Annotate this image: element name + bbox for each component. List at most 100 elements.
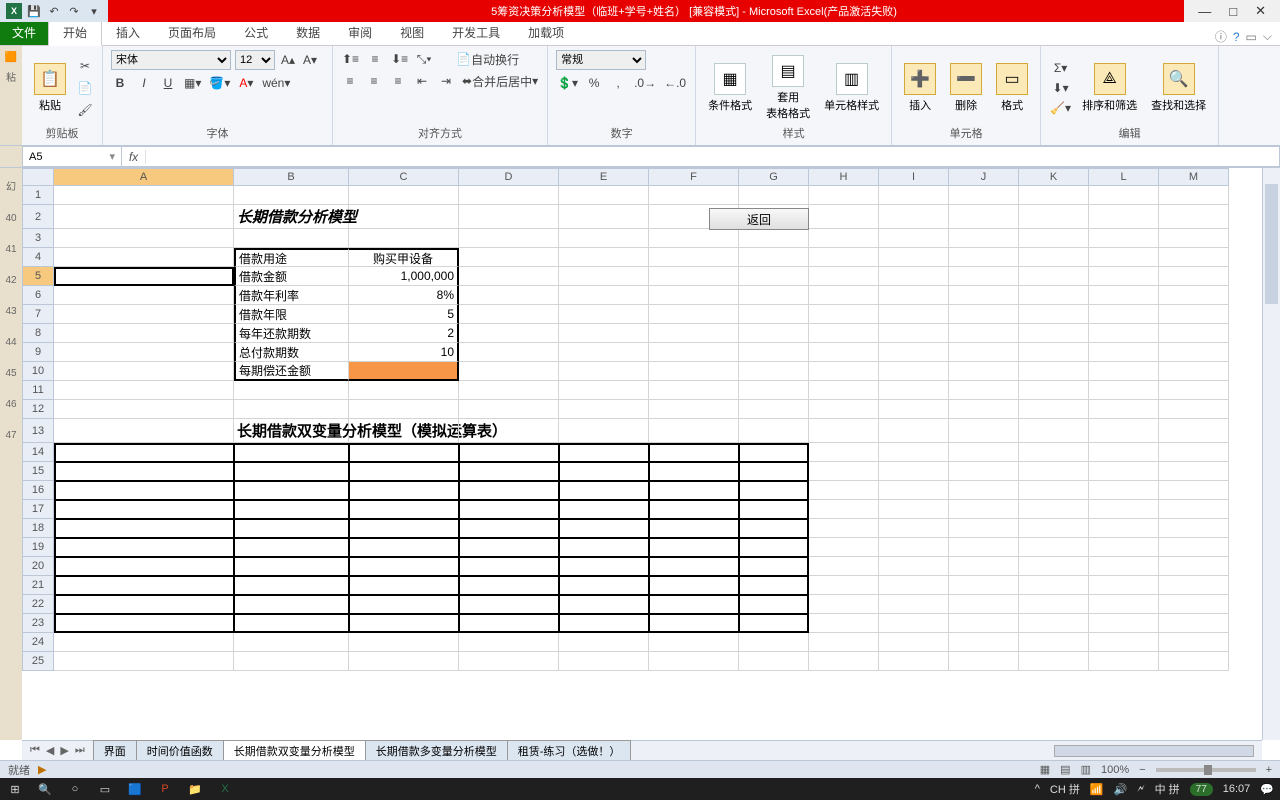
cell-B4[interactable]: 借款用途 (234, 248, 349, 267)
tab-layout[interactable]: 页面布局 (154, 20, 230, 45)
cell-G7[interactable] (739, 305, 809, 324)
cell-C11[interactable] (349, 381, 459, 400)
row-header-16[interactable]: 16 (22, 481, 54, 500)
cell-G10[interactable] (739, 362, 809, 381)
cell-G17[interactable] (739, 500, 809, 519)
cell-K21[interactable] (1019, 576, 1089, 595)
col-header-C[interactable]: C (349, 168, 459, 186)
font-size-select[interactable]: 12 (235, 50, 275, 70)
sheet-nav-last-icon[interactable]: ⏭ (73, 744, 87, 757)
cell-J24[interactable] (949, 633, 1019, 652)
zoom-slider[interactable] (1156, 768, 1256, 772)
cell-C1[interactable] (349, 186, 459, 205)
decrease-font-icon[interactable]: A▾ (301, 51, 319, 69)
cell-L2[interactable] (1089, 205, 1159, 229)
col-header-E[interactable]: E (559, 168, 649, 186)
cell-A2[interactable] (54, 205, 234, 229)
cell-B19[interactable] (234, 538, 349, 557)
cell-M16[interactable] (1159, 481, 1229, 500)
cell-J1[interactable] (949, 186, 1019, 205)
cell-H11[interactable] (809, 381, 879, 400)
cell-E21[interactable] (559, 576, 649, 595)
cell-D16[interactable] (459, 481, 559, 500)
edge-icon[interactable]: 🟦 (126, 780, 144, 798)
cell-J2[interactable] (949, 205, 1019, 229)
cell-H15[interactable] (809, 462, 879, 481)
cell-J6[interactable] (949, 286, 1019, 305)
cell-A9[interactable] (54, 343, 234, 362)
wifi-icon[interactable]: 📶 (1090, 783, 1104, 796)
cell-F13[interactable] (649, 419, 739, 443)
row-header-9[interactable]: 9 (22, 343, 54, 362)
cell-D21[interactable] (459, 576, 559, 595)
return-button[interactable]: 返回 (709, 208, 809, 230)
cell-E17[interactable] (559, 500, 649, 519)
cell-J19[interactable] (949, 538, 1019, 557)
cell-I8[interactable] (879, 324, 949, 343)
cell-D23[interactable] (459, 614, 559, 633)
cell-H8[interactable] (809, 324, 879, 343)
cell-J18[interactable] (949, 519, 1019, 538)
cell-C2[interactable] (349, 205, 459, 229)
cell-M17[interactable] (1159, 500, 1229, 519)
cell-D18[interactable] (459, 519, 559, 538)
cell-M4[interactable] (1159, 248, 1229, 267)
cell-G16[interactable] (739, 481, 809, 500)
cell-G3[interactable] (739, 229, 809, 248)
cell-M8[interactable] (1159, 324, 1229, 343)
cell-M12[interactable] (1159, 400, 1229, 419)
cell-E1[interactable] (559, 186, 649, 205)
cell-A11[interactable] (54, 381, 234, 400)
cell-L24[interactable] (1089, 633, 1159, 652)
cell-G9[interactable] (739, 343, 809, 362)
cell-E3[interactable] (559, 229, 649, 248)
row-header-17[interactable]: 17 (22, 500, 54, 519)
cell-L1[interactable] (1089, 186, 1159, 205)
cell-I23[interactable] (879, 614, 949, 633)
merge-center-button[interactable]: ⬌ 合并后居中▾ (461, 72, 539, 90)
cell-I25[interactable] (879, 652, 949, 671)
cell-L12[interactable] (1089, 400, 1159, 419)
cell-D8[interactable] (459, 324, 559, 343)
cell-M14[interactable] (1159, 443, 1229, 462)
cell-K19[interactable] (1019, 538, 1089, 557)
cell-H4[interactable] (809, 248, 879, 267)
cell-C16[interactable] (349, 481, 459, 500)
cell-A14[interactable] (54, 443, 234, 462)
cell-L9[interactable] (1089, 343, 1159, 362)
cell-A21[interactable] (54, 576, 234, 595)
cell-A12[interactable] (54, 400, 234, 419)
cell-C15[interactable] (349, 462, 459, 481)
maximize-button[interactable]: □ (1229, 4, 1237, 19)
cell-H25[interactable] (809, 652, 879, 671)
cell-I21[interactable] (879, 576, 949, 595)
sheet-tab-0[interactable]: 界面 (93, 740, 137, 762)
cell-A20[interactable] (54, 557, 234, 576)
cell-H19[interactable] (809, 538, 879, 557)
cell-L11[interactable] (1089, 381, 1159, 400)
tab-data[interactable]: 数据 (282, 20, 334, 45)
align-bottom-icon[interactable]: ⬇≡ (390, 50, 409, 68)
cell-B1[interactable] (234, 186, 349, 205)
cell-M22[interactable] (1159, 595, 1229, 614)
inc-decimal-icon[interactable]: .0→ (633, 74, 657, 92)
cell-C8[interactable]: 2 (349, 324, 459, 343)
row-header-25[interactable]: 25 (22, 652, 54, 671)
cell-B16[interactable] (234, 481, 349, 500)
cell-L14[interactable] (1089, 443, 1159, 462)
col-header-B[interactable]: B (234, 168, 349, 186)
cell-E13[interactable] (559, 419, 649, 443)
cell-H21[interactable] (809, 576, 879, 595)
indent-dec-icon[interactable]: ⇤ (413, 72, 431, 90)
cell-B21[interactable] (234, 576, 349, 595)
cell-H2[interactable] (809, 205, 879, 229)
col-header-L[interactable]: L (1089, 168, 1159, 186)
cell-K25[interactable] (1019, 652, 1089, 671)
cell-H13[interactable] (809, 419, 879, 443)
cell-M6[interactable] (1159, 286, 1229, 305)
cell-I5[interactable] (879, 267, 949, 286)
cell-I4[interactable] (879, 248, 949, 267)
cell-B12[interactable] (234, 400, 349, 419)
cell-G23[interactable] (739, 614, 809, 633)
status-record-icon[interactable]: ▶ (38, 763, 46, 776)
